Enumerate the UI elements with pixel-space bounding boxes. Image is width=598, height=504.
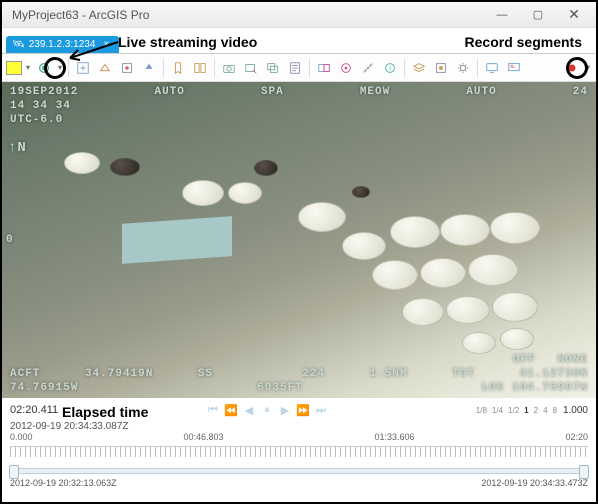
export-frames-button[interactable] <box>263 58 283 78</box>
ov-az: 224 <box>302 368 325 380</box>
play-button[interactable]: ▶ <box>278 403 292 417</box>
ov-ss: SS <box>198 368 213 380</box>
svg-text:i: i <box>389 65 391 72</box>
range-handle-start[interactable] <box>9 465 19 479</box>
play-back-button[interactable]: ◀ <box>242 403 256 417</box>
annot-record: Record segments <box>465 34 582 50</box>
maximize-button[interactable]: ▢ <box>520 3 556 27</box>
ov-date: 19SEP2012 <box>10 86 78 98</box>
ov-tgt: TGT <box>452 368 475 380</box>
close-button[interactable]: ✕ <box>556 3 592 27</box>
platform-button[interactable] <box>139 58 159 78</box>
ov-n24: 24 <box>573 86 588 98</box>
map-link-button[interactable] <box>314 58 334 78</box>
timeline[interactable] <box>10 446 588 460</box>
stream-icon: 🛰 <box>12 39 25 50</box>
ov-acft: ACFT <box>10 368 40 380</box>
range-handle-end[interactable] <box>579 465 589 479</box>
step-back-button[interactable]: ⏪ <box>224 403 238 417</box>
ov-auto2: AUTO <box>466 86 496 98</box>
range-end-label: 2012-09-19 20:34:33.473Z <box>481 478 588 488</box>
ov-sensor-lat: 34.79419N <box>85 368 153 380</box>
layers-button[interactable] <box>409 58 429 78</box>
ov-north-ind: 0 <box>6 234 14 246</box>
ov-sensor-lon: 74.76915W <box>10 382 78 394</box>
ov-tgt-lat: 41.12736N <box>520 368 588 380</box>
snapshot-button[interactable] <box>219 58 239 78</box>
properties-button[interactable] <box>431 58 451 78</box>
video-viewport[interactable]: 19SEP2012 AUTO SPA MEOW AUTO 24 14 34 34… <box>2 82 596 398</box>
bookmark-manager-button[interactable] <box>190 58 210 78</box>
follow-button[interactable] <box>336 58 356 78</box>
ov-meow: MEOW <box>360 86 390 98</box>
overlay-button[interactable] <box>504 58 524 78</box>
timeline-ticks: 0.000 00:46.803 01:33.606 02:20 <box>10 432 588 442</box>
identify-button[interactable]: i <box>380 58 400 78</box>
display-button[interactable] <box>482 58 502 78</box>
measure-button[interactable] <box>358 58 378 78</box>
metadata-button[interactable] <box>285 58 305 78</box>
speed-value: 1.000 <box>563 405 588 416</box>
ov-rng: 1.5NM <box>370 368 408 380</box>
skip-end-button[interactable]: ⏭ <box>314 403 328 417</box>
annot-live: Live streaming video <box>118 34 257 50</box>
compass-icon: ↑N <box>8 140 27 156</box>
ov-auto1: AUTO <box>154 86 184 98</box>
ov-time: 14 34 34 <box>10 100 71 112</box>
export-frame-button[interactable] <box>241 58 261 78</box>
bookmark-button[interactable] <box>168 58 188 78</box>
annot-elapsed: Elapsed time <box>62 404 148 420</box>
ov-los: LOS 104.78997W <box>482 382 588 394</box>
skip-start-button[interactable]: ⏮ <box>206 403 220 417</box>
step-fwd-button[interactable]: ⏩ <box>296 403 310 417</box>
pause-button[interactable]: ⏸ <box>260 403 274 417</box>
settings-button[interactable] <box>453 58 473 78</box>
minimize-button[interactable]: — <box>484 3 520 27</box>
window-title: MyProject63 - ArcGIS Pro <box>6 8 484 22</box>
ov-off: OFF <box>513 354 536 366</box>
color-swatch[interactable] <box>6 61 22 75</box>
range-slider[interactable] <box>10 468 588 474</box>
ov-utc: UTC-6.0 <box>10 114 63 126</box>
speed-scale[interactable]: 1/8 1/4 1/2 1 2 4 8 <box>476 406 557 415</box>
playback-controls: ⏮ ⏪ ◀ ⏸ ▶ ⏩ ⏭ <box>206 403 328 417</box>
elapsed-time: 02:20.411 <box>10 404 58 416</box>
ov-sensor-alt: 6035FT <box>257 382 303 394</box>
annot-arrow <box>62 38 122 66</box>
range-start-label: 2012-09-19 20:32:13.063Z <box>10 478 117 488</box>
current-utc: 2012-09-19 20:34:33.087Z <box>10 421 128 432</box>
ov-spa: SPA <box>261 86 284 98</box>
color-dropdown-icon[interactable]: ▾ <box>24 63 32 72</box>
ov-none: NONE <box>558 354 588 366</box>
annot-circle-record <box>566 57 588 79</box>
